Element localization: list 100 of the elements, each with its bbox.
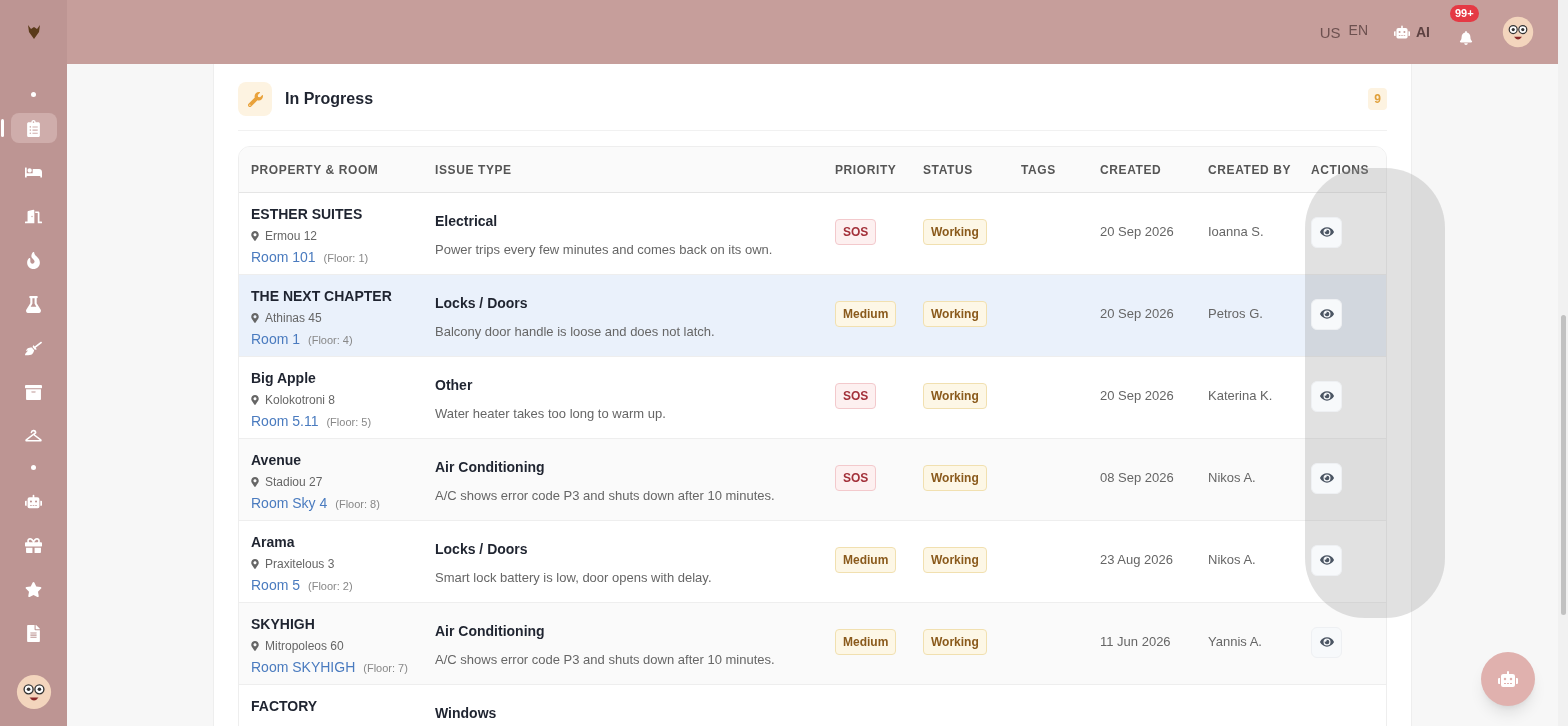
issue-description: A/C shows error code P3 and shuts down after 10 minutes. bbox=[435, 487, 775, 505]
view-button[interactable] bbox=[1311, 626, 1342, 658]
view-button[interactable] bbox=[1311, 380, 1342, 412]
created-by-name: Nikos A. bbox=[1208, 551, 1256, 570]
issue-type: Air Conditioning bbox=[435, 622, 545, 641]
column-header: PROPERTY & ROOM bbox=[251, 161, 380, 179]
document-icon bbox=[25, 624, 42, 642]
status-badge: Working bbox=[923, 219, 987, 245]
issue-type: Air Conditioning bbox=[435, 458, 545, 477]
scrollbar-thumb[interactable] bbox=[1560, 315, 1566, 615]
priority-badge: SOS bbox=[835, 219, 877, 245]
flame-icon bbox=[25, 251, 42, 269]
property-address: Ermou 12 bbox=[265, 228, 318, 245]
property-name: THE NEXT CHAPTER bbox=[251, 287, 392, 306]
created-by-name: Ioanna S. bbox=[1208, 223, 1264, 242]
language-button[interactable]: EN bbox=[1348, 19, 1368, 41]
property-name: Arama bbox=[251, 533, 295, 552]
gift-icon bbox=[25, 536, 42, 554]
priority-badge: Medium bbox=[835, 629, 897, 655]
room-link[interactable]: Room 101 bbox=[251, 247, 316, 268]
view-button[interactable] bbox=[1311, 462, 1342, 494]
floor-label: (Floor: 5) bbox=[326, 415, 372, 430]
door-icon bbox=[25, 207, 42, 225]
floor-label: (Floor: 1) bbox=[323, 251, 369, 266]
robot-icon bbox=[1394, 24, 1410, 40]
column-header: CREATED bbox=[1100, 161, 1163, 179]
active-indicator bbox=[0, 119, 4, 137]
chat-bot-button[interactable] bbox=[1481, 652, 1535, 706]
floor-label: (Floor: 7) bbox=[363, 661, 408, 676]
column-header: ISSUE TYPE bbox=[435, 161, 513, 179]
logo-icon[interactable] bbox=[26, 24, 41, 40]
eye-icon bbox=[1319, 389, 1334, 403]
priority-badge: Medium bbox=[835, 547, 897, 573]
ai-button[interactable]: AI bbox=[1394, 21, 1430, 43]
notification-bell-icon[interactable] bbox=[1459, 31, 1473, 45]
priority-badge: SOS bbox=[835, 465, 877, 491]
room-link[interactable]: Room Sky 4 bbox=[251, 493, 328, 514]
room-link[interactable]: Room 5.11 bbox=[251, 411, 319, 432]
status-badge: Working bbox=[923, 629, 987, 655]
column-header: CREATED BY bbox=[1208, 161, 1293, 179]
view-button[interactable] bbox=[1311, 298, 1342, 330]
flask-icon bbox=[25, 295, 42, 313]
avatar-icon[interactable] bbox=[1502, 16, 1534, 48]
wrench-icon bbox=[247, 91, 263, 107]
hanger-icon bbox=[25, 427, 42, 445]
created-date: 23 Aug 2026 bbox=[1100, 551, 1174, 570]
eye-icon bbox=[1319, 225, 1334, 239]
created-by-name: Katerina K. bbox=[1208, 387, 1273, 406]
robot-icon bbox=[1498, 669, 1518, 689]
table-row[interactable]: SKYHIGH Mitropoleos 60 Room SKYHIGH (Floor: 7) Air Conditioning A/C shows error code P3 and shuts down after 10 minutes. Medium Working 11 Jun 2026 Yannis A. bbox=[239, 603, 1386, 685]
status-badge: Working bbox=[923, 465, 987, 491]
table-row[interactable]: Avenue Stadiou 27 Room Sky 4 (Floor: 8) Air Conditioning A/C shows error code P3 and shuts down after 10 minutes. SOS Working 08 Sep 2026 Nikos A. bbox=[239, 439, 1386, 521]
issue-type: Windows bbox=[435, 704, 497, 723]
clipboard-icon bbox=[25, 119, 42, 137]
property-address: Mitropoleos 60 bbox=[265, 638, 344, 655]
property-name: FACTORY bbox=[251, 697, 318, 716]
issue-description: Smart lock battery is low, door opens with delay. bbox=[435, 569, 712, 587]
table-row[interactable]: THE NEXT CHAPTER Athinas 45 Room 1 (Floor: 4) Locks / Doors Balcony door handle is loose and does not latch. Medium Working 20 Sep 2026 Petros G. bbox=[239, 275, 1386, 357]
location-pin-icon bbox=[251, 395, 259, 405]
property-name: ESTHER SUITES bbox=[251, 205, 363, 224]
priority-badge: Medium bbox=[835, 301, 897, 327]
column-header: STATUS bbox=[923, 161, 974, 179]
column-header: ACTIONS bbox=[1311, 161, 1371, 179]
location-pin-icon bbox=[251, 641, 259, 651]
location-pin-icon bbox=[251, 313, 259, 323]
floor-label: (Floor: 8) bbox=[335, 497, 380, 512]
issue-type: Locks / Doors bbox=[435, 294, 528, 313]
property-address: Athinas 45 bbox=[265, 310, 322, 327]
column-header: TAGS bbox=[1021, 161, 1057, 179]
floor-label: (Floor: 4) bbox=[308, 333, 353, 348]
avatar-icon[interactable] bbox=[15, 674, 52, 710]
created-date: 11 Jun 2026 bbox=[1100, 633, 1171, 652]
room-link[interactable]: Room SKYHIGH bbox=[251, 657, 356, 678]
location-pin-icon bbox=[251, 559, 259, 569]
status-badge: Working bbox=[923, 547, 987, 573]
created-date: 20 Sep 2026 bbox=[1100, 223, 1174, 242]
view-button[interactable] bbox=[1311, 216, 1342, 248]
status-badge: Working bbox=[923, 383, 987, 409]
issue-description: Power trips every few minutes and comes back on its own. bbox=[435, 241, 773, 259]
region-label: US bbox=[1319, 23, 1341, 43]
view-button[interactable] bbox=[1311, 544, 1342, 576]
issue-type: Electrical bbox=[435, 212, 498, 231]
issue-description: Water heater takes too long to warm up. bbox=[435, 405, 666, 423]
created-by-name: Petros G. bbox=[1208, 305, 1263, 324]
issue-type: Locks / Doors bbox=[435, 540, 528, 559]
issue-description: Balcony door handle is loose and does not latch. bbox=[435, 323, 715, 341]
archive-icon bbox=[25, 383, 42, 401]
floor-label: (Floor: 2) bbox=[308, 579, 353, 594]
section-title: In Progress bbox=[285, 89, 374, 109]
location-pin-icon bbox=[251, 477, 259, 487]
robot-icon bbox=[25, 492, 42, 510]
property-address: Praxitelous 3 bbox=[265, 556, 335, 573]
eye-icon bbox=[1319, 471, 1334, 485]
room-link[interactable]: Room 1 bbox=[251, 329, 301, 350]
sidebar-item[interactable] bbox=[10, 113, 57, 143]
created-date: 20 Sep 2026 bbox=[1100, 387, 1174, 406]
room-link[interactable]: Room 5 bbox=[251, 575, 301, 596]
issue-description: A/C shows error code P3 and shuts down after 10 minutes. bbox=[435, 651, 775, 669]
property-name: Avenue bbox=[251, 451, 302, 470]
property-address: Stadiou 27 bbox=[265, 474, 323, 491]
